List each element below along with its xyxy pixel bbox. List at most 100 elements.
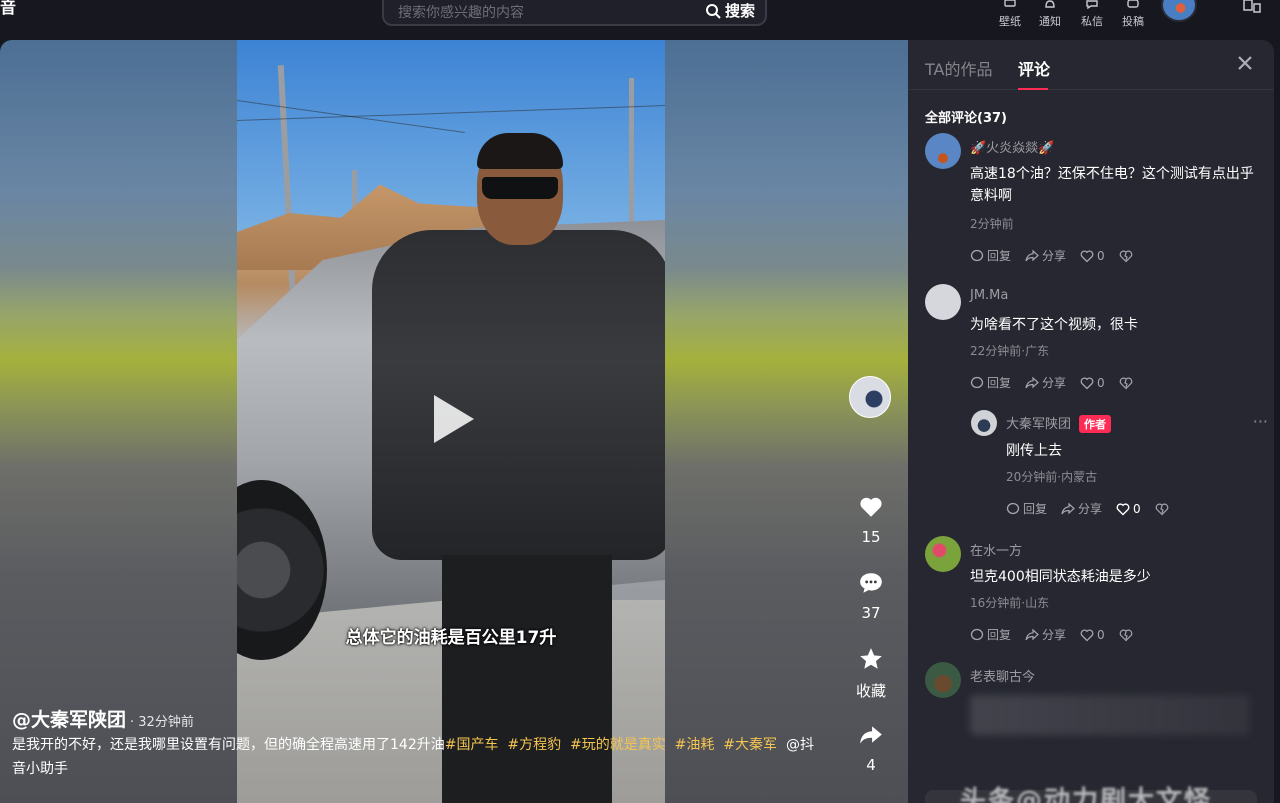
reply-user-name[interactable]: 大秦军陕团 (1006, 417, 1071, 432)
heart-outline-icon (1080, 376, 1094, 389)
broken-heart-icon (1119, 377, 1132, 389)
comment-meta: 16分钟前·山东 (970, 596, 1050, 610)
dislike-button[interactable] (1119, 376, 1133, 390)
share-arrow-icon (860, 726, 882, 744)
reply-icon (1006, 502, 1020, 514)
share-icon (1025, 376, 1039, 388)
avatar[interactable] (925, 662, 961, 698)
video-description: 是我开的不好，还是我哪里设置有问题，但的确全程高速用了142升油#国产车 #方程… (12, 733, 822, 781)
search-input[interactable]: 搜索你感兴趣的内容 (398, 2, 524, 22)
share-icon (1061, 502, 1075, 514)
reply-button[interactable]: 回复 (970, 247, 1011, 264)
share-count: 4 (866, 756, 876, 774)
like-count: 0 (1133, 501, 1141, 516)
favorite-button[interactable]: 收藏 (846, 646, 896, 701)
more-options-icon[interactable]: ··· (846, 796, 896, 803)
comment-count: 37 (861, 604, 881, 622)
like-comment-button[interactable]: 0 (1116, 502, 1141, 516)
comment-icon (860, 573, 882, 593)
share-label: 分享 (1042, 628, 1067, 642)
avatar[interactable] (925, 284, 961, 320)
dislike-button[interactable] (1155, 502, 1169, 516)
more-options-icon[interactable]: ··· (1253, 412, 1268, 431)
like-comment-button[interactable]: 0 (1080, 249, 1105, 263)
search-box[interactable]: 搜索你感兴趣的内容 搜索 (382, 0, 767, 26)
comment-user[interactable]: 老表聊古今 (970, 666, 1035, 685)
comment-text: 刚传上去 (1006, 443, 1062, 459)
comment-actions: 回复 分享 0 (970, 374, 1133, 391)
share-label: 分享 (1078, 502, 1103, 516)
client-download-icon[interactable] (1243, 0, 1261, 14)
tab-comments[interactable]: 评论 (1018, 56, 1050, 80)
avatar[interactable] (971, 410, 997, 436)
play-icon[interactable] (434, 395, 474, 443)
dislike-button[interactable] (1119, 628, 1133, 642)
hashtag[interactable]: #油耗 (675, 737, 715, 753)
like-count: 0 (1097, 248, 1105, 263)
comment-count-title: 全部评论(37) (925, 111, 1007, 126)
reply-button[interactable]: 回复 (1006, 500, 1047, 517)
tool-message[interactable]: 私信 (1072, 0, 1112, 29)
tool-upload[interactable]: 投稿 (1113, 0, 1153, 29)
like-comment-button[interactable]: 0 (1080, 376, 1105, 390)
hashtag[interactable]: #方程豹 (507, 737, 561, 753)
comment-button[interactable]: 37 (846, 570, 896, 622)
hashtag[interactable]: #玩的就是真实 (570, 737, 666, 753)
video-subtitle: 总体它的油耗是百公里17升 (345, 628, 557, 648)
video-author[interactable]: @大秦军陕团 · 32分钟前 (12, 705, 194, 732)
share-label: 分享 (1042, 376, 1067, 390)
comment-actions: 回复 分享 0 (1006, 500, 1169, 517)
hashtag[interactable]: #国产车 (445, 737, 499, 753)
hashtag[interactable]: #大秦军 (723, 737, 777, 753)
author-name[interactable]: @大秦军陕团 (12, 709, 126, 731)
comment-user[interactable]: 🚀火炎焱燚🚀 (970, 137, 1054, 156)
share-icon (1025, 628, 1039, 640)
dislike-button[interactable] (1119, 249, 1133, 263)
logo[interactable]: 音 (0, 0, 16, 18)
broken-heart-icon (1155, 503, 1168, 515)
tool-notify[interactable]: 通知 (1030, 0, 1070, 29)
post-time: · 32分钟前 (130, 715, 194, 730)
video-player[interactable]: 总体它的油耗是百公里17升 (237, 40, 665, 803)
tool-label: 私信 (1081, 15, 1103, 28)
message-icon (1086, 0, 1098, 10)
share-button[interactable]: 4 (846, 722, 896, 774)
reply-icon (970, 249, 984, 261)
tool-wallpaper[interactable]: 壁纸 (990, 0, 1030, 29)
share-comment-button[interactable]: 分享 (1025, 247, 1066, 264)
broken-heart-icon (1119, 250, 1132, 262)
comment-meta: 20分钟前·内蒙古 (1006, 470, 1098, 484)
reply-label: 回复 (987, 376, 1012, 390)
reply-button[interactable]: 回复 (970, 374, 1011, 391)
heart-outline-icon (1116, 502, 1130, 515)
heart-outline-icon (1080, 628, 1094, 641)
reply-button[interactable]: 回复 (970, 626, 1011, 643)
top-bar: 音 搜索你感兴趣的内容 搜索 壁纸 通知 私信 投稿 (0, 0, 1280, 40)
comment-actions: 回复 分享 0 (970, 247, 1133, 264)
search-button-label: 搜索 (724, 2, 755, 20)
user-avatar[interactable] (1161, 0, 1197, 22)
like-comment-button[interactable]: 0 (1080, 628, 1105, 642)
watermark-text: 头条@动力剧大文怪 (960, 786, 1213, 803)
share-comment-button[interactable]: 分享 (1025, 374, 1066, 391)
search-button[interactable]: 搜索 (705, 0, 755, 21)
avatar[interactable] (925, 133, 961, 169)
comment-user[interactable]: 在水一方 (970, 540, 1022, 559)
like-count: 15 (861, 528, 881, 546)
like-button[interactable]: 15 (846, 494, 896, 546)
star-icon (860, 648, 882, 669)
blurred-comment-text (970, 695, 1250, 735)
heart-outline-icon (1080, 249, 1094, 262)
comment-user[interactable]: 大秦军陕团 作者 (1006, 413, 1112, 433)
share-icon (1025, 249, 1039, 261)
close-icon[interactable] (1236, 54, 1254, 72)
comment-user[interactable]: JM.Ma (970, 288, 1008, 303)
share-comment-button[interactable]: 分享 (1061, 500, 1102, 517)
tab-works[interactable]: TA的作品 (925, 56, 992, 80)
author-avatar[interactable] (849, 376, 891, 418)
bell-icon (1045, 0, 1055, 8)
like-count: 0 (1097, 375, 1105, 390)
avatar[interactable] (925, 536, 961, 572)
comment-meta: 22分钟前·广东 (970, 344, 1050, 358)
share-comment-button[interactable]: 分享 (1025, 626, 1066, 643)
